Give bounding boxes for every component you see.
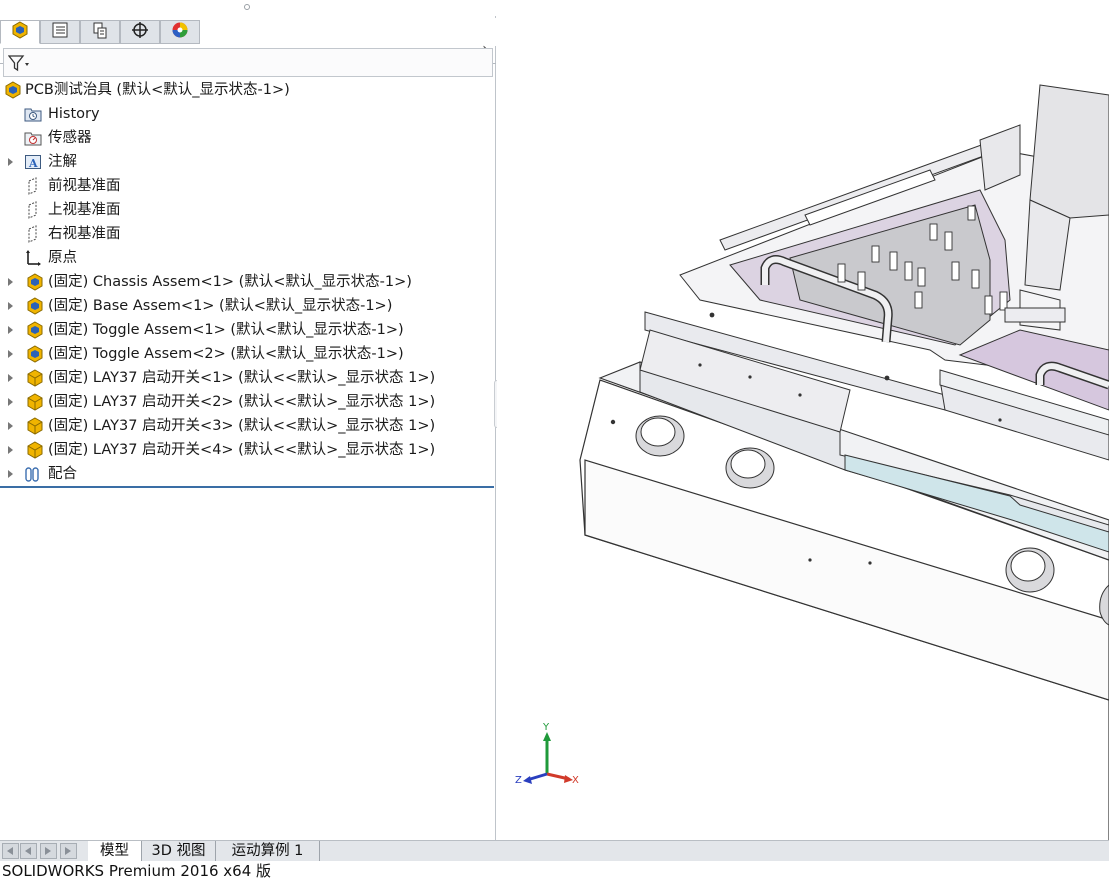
display-manager-tab[interactable] — [160, 20, 200, 44]
solidworks-window: › PCB测试治具 (默认<默认_显示状态-1>) History — [0, 0, 1109, 881]
expand-arrow-icon[interactable] — [8, 470, 13, 478]
assembly-icon — [26, 321, 44, 339]
tree-item-label: 右视基准面 — [48, 226, 121, 242]
tree-item-right-plane[interactable]: 右视基准面 — [0, 222, 494, 246]
configuration-icon — [91, 21, 109, 43]
rollback-bar[interactable] — [0, 486, 494, 488]
graphics-area[interactable]: Y X Z — [497, 0, 1109, 840]
dimxpert-tab[interactable] — [120, 20, 160, 44]
tree-item-toggle-assem-2[interactable]: (固定) Toggle Assem<2> (默认<默认_显示状态-1>) — [0, 342, 494, 366]
next-tab-button[interactable] — [40, 843, 57, 859]
status-bar: SOLIDWORKS Premium 2016 x64 版 — [0, 861, 1109, 881]
tree-item-origin[interactable]: 原点 — [0, 246, 494, 270]
assembly-icon — [11, 21, 29, 43]
tree-item-label: (固定) LAY37 启动开关<4> (默认<<默认>_显示状态 1>) — [48, 442, 436, 458]
history-folder-icon — [24, 105, 42, 123]
expand-arrow-icon[interactable] — [8, 374, 13, 382]
expand-arrow-icon[interactable] — [8, 398, 13, 406]
plane-icon — [24, 201, 42, 219]
expand-arrow-icon[interactable] — [8, 422, 13, 430]
tree-item-label: 原点 — [48, 250, 77, 266]
prev-tab-button[interactable] — [20, 843, 37, 859]
tree-item-lay37-1[interactable]: (固定) LAY37 启动开关<1> (默认<<默认>_显示状态 1>) — [0, 366, 494, 390]
sensor-icon — [24, 129, 42, 147]
origin-icon — [24, 249, 42, 267]
triad-z-label: Z — [515, 775, 522, 786]
tree-item-toggle-assem-1[interactable]: (固定) Toggle Assem<1> (默认<默认_显示状态-1>) — [0, 318, 494, 342]
tree-item-label: (固定) Chassis Assem<1> (默认<默认_显示状态-1>) — [48, 274, 412, 290]
tree-item-label: (固定) LAY37 启动开关<3> (默认<<默认>_显示状态 1>) — [48, 418, 436, 434]
expand-arrow-icon[interactable] — [8, 278, 13, 286]
tree-item-label: (固定) Toggle Assem<2> (默认<默认_显示状态-1>) — [48, 346, 404, 362]
tab-3d-view[interactable]: 3D 视图 — [142, 841, 216, 861]
tree-item-sensors[interactable]: 传感器 — [0, 126, 494, 150]
feature-manager-tab[interactable] — [0, 20, 40, 44]
panel-splitter-grip[interactable] — [0, 0, 496, 16]
tree-item-base-assem[interactable]: (固定) Base Assem<1> (默认<默认_显示状态-1>) — [0, 294, 494, 318]
tree-item-mates[interactable]: 配合 — [0, 462, 494, 486]
property-list-icon — [51, 21, 69, 43]
tree-item-label: 注解 — [48, 154, 77, 170]
tree-item-label: 上视基准面 — [48, 202, 121, 218]
tree-item-history[interactable]: History — [0, 102, 494, 126]
expand-arrow-icon[interactable] — [8, 302, 13, 310]
tree-item-label: 前视基准面 — [48, 178, 121, 194]
manager-tab-bar: › — [0, 18, 496, 64]
tree-root[interactable]: PCB测试治具 (默认<默认_显示状态-1>) — [0, 78, 494, 102]
color-wheel-icon — [171, 21, 189, 43]
configuration-manager-tab[interactable] — [80, 20, 120, 44]
assembly-icon — [26, 345, 44, 363]
part-icon — [26, 393, 44, 411]
tree-item-top-plane[interactable]: 上视基准面 — [0, 198, 494, 222]
tree-item-lay37-4[interactable]: (固定) LAY37 启动开关<4> (默认<<默认>_显示状态 1>) — [0, 438, 494, 462]
part-icon — [26, 369, 44, 387]
mates-icon — [24, 465, 42, 483]
tree-item-label: History — [48, 106, 100, 122]
last-tab-button[interactable] — [60, 843, 77, 859]
triad-y-label: Y — [543, 722, 550, 733]
view-orientation-triad: Y X Z — [513, 722, 583, 792]
tree-root-label: PCB测试治具 (默认<默认_显示状态-1>) — [25, 82, 290, 98]
status-text: SOLIDWORKS Premium 2016 x64 版 — [2, 862, 272, 880]
tab-motion-study[interactable]: 运动算例 1 — [216, 841, 320, 861]
model-render[interactable] — [497, 0, 1109, 840]
annotation-icon: A — [24, 153, 42, 171]
assembly-icon — [26, 273, 44, 291]
expand-arrow-icon[interactable] — [8, 326, 13, 334]
triad-x-label: X — [572, 775, 579, 786]
tab-model[interactable]: 模型 — [88, 841, 142, 861]
part-icon — [26, 417, 44, 435]
tree-item-chassis-assem[interactable]: (固定) Chassis Assem<1> (默认<默认_显示状态-1>) — [0, 270, 494, 294]
svg-text:A: A — [28, 157, 38, 170]
part-icon — [26, 441, 44, 459]
tree-item-label: 配合 — [48, 466, 77, 482]
bottom-tab-bar: 模型 3D 视图 运动算例 1 — [0, 840, 1109, 861]
property-manager-tab[interactable] — [40, 20, 80, 44]
expand-arrow-icon[interactable] — [8, 446, 13, 454]
tree-item-label: (固定) Base Assem<1> (默认<默认_显示状态-1>) — [48, 298, 393, 314]
tree-item-label: 传感器 — [48, 130, 92, 146]
assembly-icon — [26, 297, 44, 315]
filter-icon[interactable] — [7, 54, 30, 76]
tree-item-lay37-2[interactable]: (固定) LAY37 启动开关<2> (默认<<默认>_显示状态 1>) — [0, 390, 494, 414]
tree-item-front-plane[interactable]: 前视基准面 — [0, 174, 494, 198]
expand-arrow-icon[interactable] — [8, 158, 13, 166]
tree-item-label: (固定) LAY37 启动开关<1> (默认<<默认>_显示状态 1>) — [48, 370, 436, 386]
feature-manager-panel: › PCB测试治具 (默认<默认_显示状态-1>) History — [0, 0, 496, 840]
plane-icon — [24, 225, 42, 243]
assembly-icon — [4, 81, 22, 99]
plane-icon — [24, 177, 42, 195]
tree-item-label: (固定) LAY37 启动开关<2> (默认<<默认>_显示状态 1>) — [48, 394, 436, 410]
tree-item-label: (固定) Toggle Assem<1> (默认<默认_显示状态-1>) — [48, 322, 404, 338]
first-tab-button[interactable] — [2, 843, 19, 859]
tree-item-lay37-3[interactable]: (固定) LAY37 启动开关<3> (默认<<默认>_显示状态 1>) — [0, 414, 494, 438]
feature-tree-filter[interactable] — [3, 48, 493, 77]
crosshair-icon — [131, 21, 149, 43]
tree-item-annotations[interactable]: A 注解 — [0, 150, 494, 174]
expand-arrow-icon[interactable] — [8, 350, 13, 358]
